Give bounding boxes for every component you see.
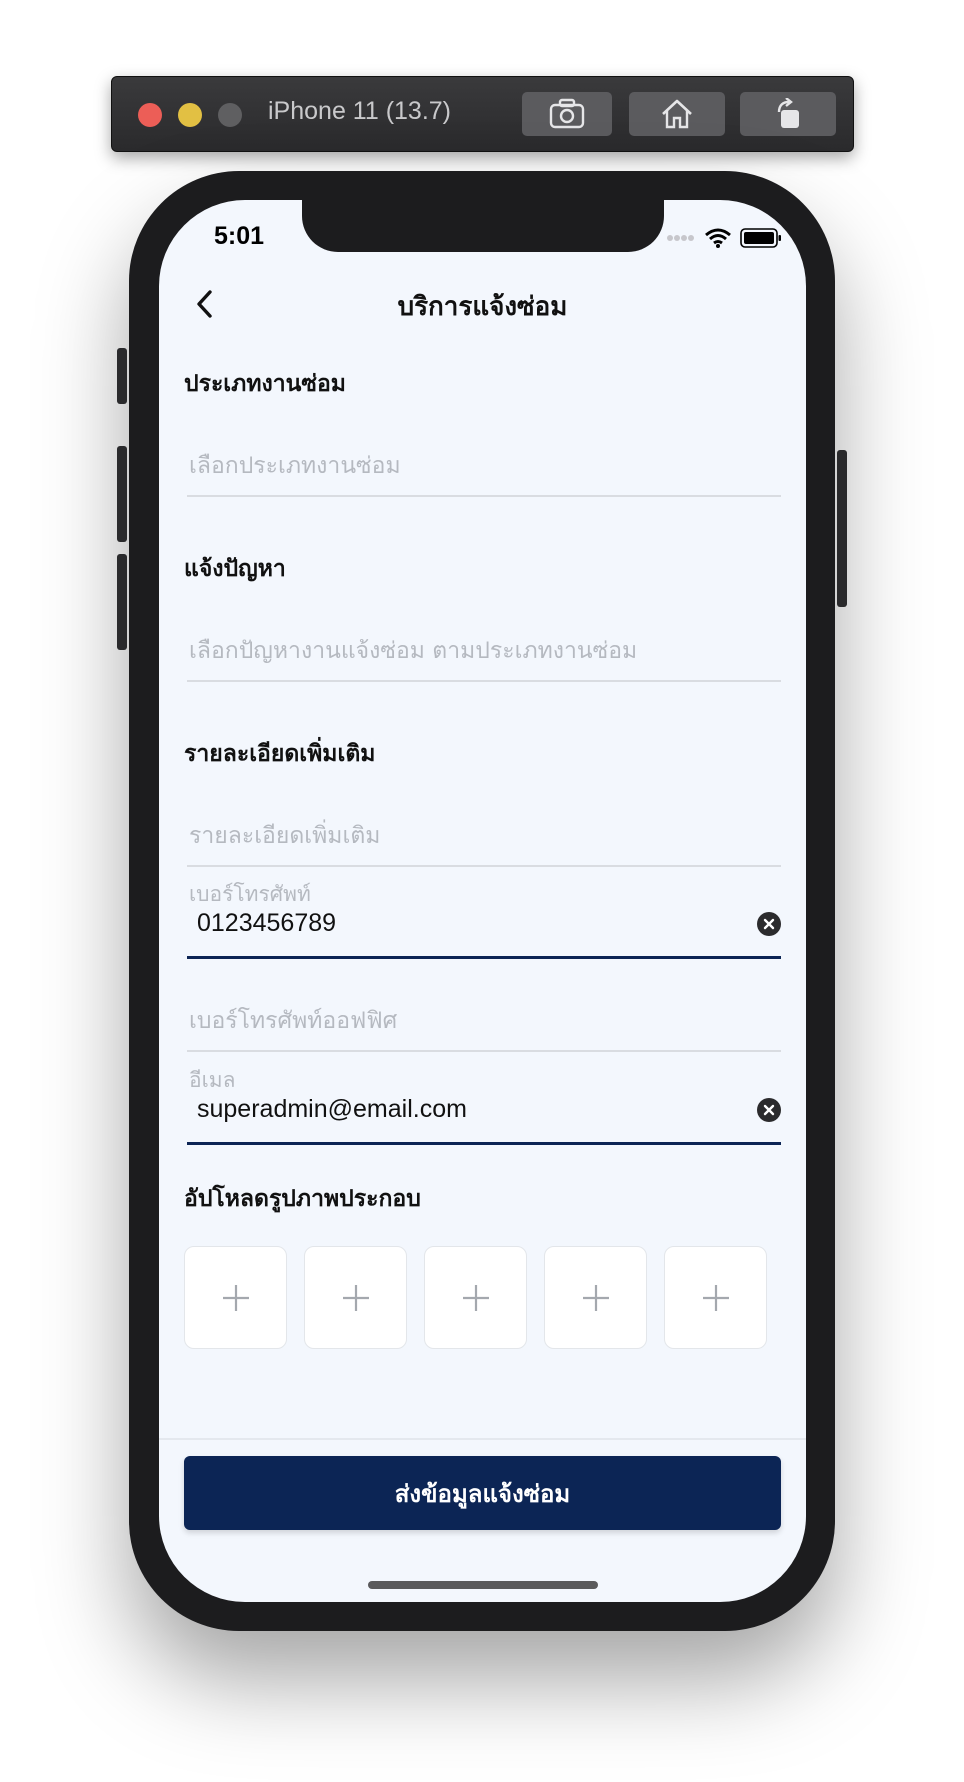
status-time: 5:01 [214, 222, 265, 250]
upload-label: อัปโหลดรูปภาพประกอบ [184, 1186, 421, 1212]
rotate-icon [777, 98, 799, 128]
status-indicators [666, 228, 782, 248]
office-phone-input[interactable]: เบอร์โทรศัพท์ออฟฟิศ [187, 995, 781, 1055]
repair-type-placeholder: เลือกประเภทงานซ่อม [189, 453, 401, 479]
problem-placeholder: เลือกปัญหางานแจ้งซ่อม ตามประเภทงานซ่อม [189, 638, 638, 664]
problem-underline [187, 680, 781, 682]
problem-label: แจ้งปัญหา [184, 556, 286, 582]
plus-icon [462, 1284, 489, 1311]
repair-type-label: ประเภทงานซ่อม [184, 371, 346, 397]
details-label: รายละเอียดเพิ่มเติม [184, 741, 376, 767]
signal-icon [667, 235, 694, 241]
plus-icon [702, 1284, 729, 1311]
email-clear-button[interactable] [757, 1098, 781, 1122]
plus-icon [222, 1284, 249, 1311]
simulator-stage: iPhone 11 (13.7) 5:01 บริการแจ้งซ่อม ประ… [0, 0, 964, 1782]
phone-underline [187, 956, 781, 959]
page-title: บริการแจ้งซ่อม [397, 292, 568, 322]
power-button [837, 450, 847, 607]
office-phone-underline [187, 1050, 781, 1052]
upload-slots [184, 1246, 767, 1349]
simulator-title: iPhone 11 (13.7) [268, 97, 451, 125]
close-window-button[interactable] [138, 103, 162, 127]
details-underline [187, 865, 781, 867]
submit-button[interactable]: ส่งข้อมูลแจ้งซ่อม [184, 1456, 781, 1530]
plus-icon [342, 1284, 369, 1311]
plus-icon [582, 1284, 609, 1311]
phone-label: เบอร์โทรศัพท์ [189, 882, 311, 906]
rotate-button[interactable] [740, 92, 836, 136]
details-input[interactable]: รายละเอียดเพิ่มเติม [187, 809, 781, 869]
upload-slot[interactable] [184, 1246, 287, 1349]
screenshot-button[interactable] [522, 92, 612, 136]
camera-icon [549, 98, 585, 129]
phone-input[interactable]: เบอร์โทรศัพท์ 0123456789 [187, 878, 781, 963]
clear-icon [763, 918, 775, 930]
upload-slot[interactable] [544, 1246, 647, 1349]
wifi-icon [705, 228, 731, 248]
volume-up-button [117, 446, 127, 542]
upload-slot[interactable] [304, 1246, 407, 1349]
upload-slot[interactable] [424, 1246, 527, 1349]
office-phone-placeholder: เบอร์โทรศัพท์ออฟฟิศ [189, 1008, 398, 1034]
details-placeholder: รายละเอียดเพิ่มเติม [189, 823, 381, 849]
volume-down-button [117, 554, 127, 650]
phone-clear-button[interactable] [757, 912, 781, 936]
app-screen: 5:01 บริการแจ้งซ่อม ประเภทงานซ่อม เลือกป… [159, 200, 806, 1602]
battery-icon [740, 228, 781, 248]
email-value: superadmin@email.com [197, 1095, 467, 1123]
minimize-window-button[interactable] [178, 103, 202, 127]
phone-value: 0123456789 [197, 909, 337, 937]
problem-select[interactable]: เลือกปัญหางานแจ้งซ่อม ตามประเภทงานซ่อม [187, 625, 781, 685]
upload-slot[interactable] [664, 1246, 767, 1349]
repair-type-underline [187, 495, 781, 497]
notch [302, 200, 664, 252]
home-button[interactable] [629, 92, 725, 136]
footer-divider [159, 1438, 806, 1440]
simulator-toolbar: iPhone 11 (13.7) [111, 76, 854, 152]
email-label: อีเมล [189, 1068, 236, 1092]
home-indicator[interactable] [368, 1581, 598, 1589]
zoom-window-button[interactable] [218, 103, 242, 127]
repair-type-select[interactable]: เลือกประเภทงานซ่อม [187, 440, 781, 500]
email-input[interactable]: อีเมล superadmin@email.com [187, 1064, 781, 1149]
home-icon [662, 99, 692, 129]
clear-icon [763, 1104, 775, 1116]
silent-switch [117, 348, 127, 404]
email-underline [187, 1142, 781, 1145]
